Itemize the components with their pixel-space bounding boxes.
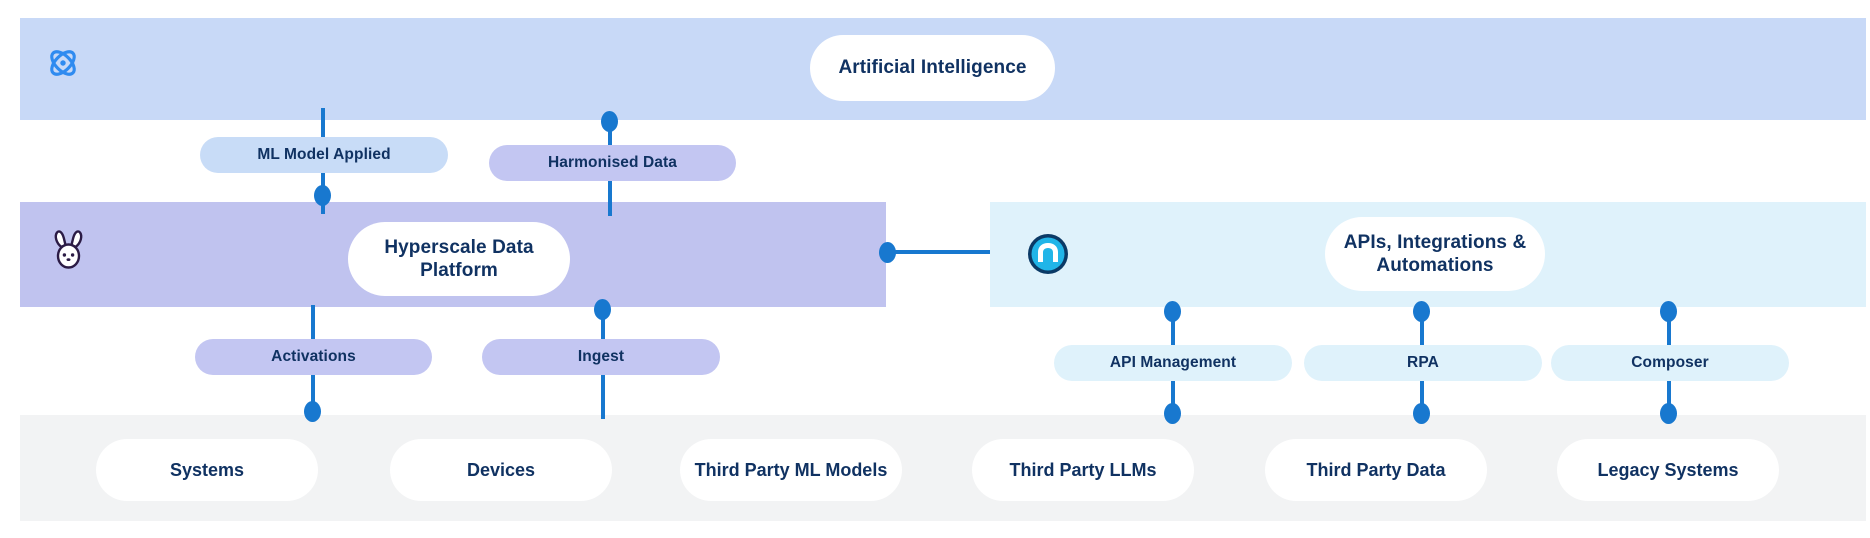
band-title-apis-integrations-automations[interactable]: APIs, Integrations & Automations [1325, 217, 1545, 291]
connector-dot-activations-bottom [304, 401, 321, 422]
card-systems[interactable]: Systems [96, 439, 318, 501]
bunny-icon [50, 228, 88, 270]
connector-dot-apis-bottom-3 [1660, 301, 1677, 322]
connector-dot-ai-bottom [601, 111, 618, 132]
connector-dot-api-management-bottom [1164, 403, 1181, 424]
connector-dot-hdp-right [879, 242, 896, 263]
card-legacy-systems[interactable]: Legacy Systems [1557, 439, 1779, 501]
atom-icon [42, 42, 84, 84]
chip-harmonised-data[interactable]: Harmonised Data [489, 145, 736, 181]
band-title-hyperscale-data-platform[interactable]: Hyperscale Data Platform [348, 222, 570, 296]
chip-activations[interactable]: Activations [195, 339, 432, 375]
band-title-artificial-intelligence[interactable]: Artificial Intelligence [810, 35, 1055, 101]
connector-harmonised-to-hdp [608, 176, 612, 216]
card-third-party-llms[interactable]: Third Party LLMs [972, 439, 1194, 501]
connector-dot-rpa-bottom [1413, 403, 1430, 424]
connector-ingest-to-devices [601, 371, 605, 419]
mulesoft-icon [1026, 232, 1070, 276]
chip-composer[interactable]: Composer [1551, 345, 1789, 381]
connector-dot-apis-bottom-2 [1413, 301, 1430, 322]
connector-dot-hdp-bottom [594, 299, 611, 320]
connector-dot-apis-bottom-1 [1164, 301, 1181, 322]
connector-dot-hdp-top-left [314, 185, 331, 206]
card-third-party-ml-models[interactable]: Third Party ML Models [680, 439, 902, 501]
chip-api-management[interactable]: API Management [1054, 345, 1292, 381]
connector-hdp-to-apis [886, 250, 990, 254]
chip-rpa[interactable]: RPA [1304, 345, 1542, 381]
card-devices[interactable]: Devices [390, 439, 612, 501]
architecture-diagram: Artificial Intelligence Hyperscale Data … [0, 0, 1870, 538]
chip-ingest[interactable]: Ingest [482, 339, 720, 375]
connector-dot-composer-bottom [1660, 403, 1677, 424]
card-third-party-data[interactable]: Third Party Data [1265, 439, 1487, 501]
chip-ml-model-applied[interactable]: ML Model Applied [200, 137, 448, 173]
